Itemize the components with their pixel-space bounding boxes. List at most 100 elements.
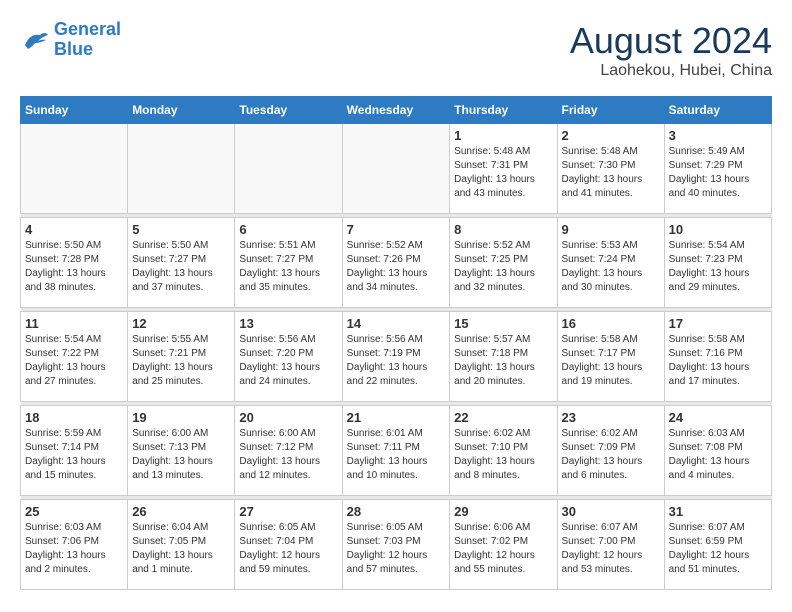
table-row: 7 Sunrise: 5:52 AM Sunset: 7:26 PM Daylig…	[342, 218, 450, 308]
table-row: 12 Sunrise: 5:55 AM Sunset: 7:21 PM Dayli…	[128, 312, 235, 402]
day-number: 31	[669, 504, 767, 519]
page-header: General Blue August 2024 Laohekou, Hubei…	[20, 20, 772, 80]
day-number: 23	[562, 410, 660, 425]
table-row: 22 Sunrise: 6:02 AM Sunset: 7:10 PM Dayli…	[450, 406, 557, 496]
day-info: Sunrise: 6:02 AM Sunset: 7:09 PM Dayligh…	[562, 427, 660, 483]
table-row	[235, 124, 342, 214]
day-info: Sunrise: 5:52 AM Sunset: 7:26 PM Dayligh…	[347, 239, 446, 295]
table-row: 15 Sunrise: 5:57 AM Sunset: 7:18 PM Dayli…	[450, 312, 557, 402]
table-row: 4 Sunrise: 5:50 AM Sunset: 7:28 PM Daylig…	[21, 218, 128, 308]
table-row: 14 Sunrise: 5:56 AM Sunset: 7:19 PM Dayli…	[342, 312, 450, 402]
table-row: 17 Sunrise: 5:58 AM Sunset: 7:16 PM Dayli…	[664, 312, 771, 402]
day-info: Sunrise: 5:54 AM Sunset: 7:22 PM Dayligh…	[25, 333, 123, 389]
day-number: 4	[25, 222, 123, 237]
day-number: 13	[239, 316, 337, 331]
header-wednesday: Wednesday	[342, 97, 450, 124]
day-number: 26	[132, 504, 230, 519]
table-row: 23 Sunrise: 6:02 AM Sunset: 7:09 PM Dayli…	[557, 406, 664, 496]
day-number: 2	[562, 128, 660, 143]
day-number: 12	[132, 316, 230, 331]
day-info: Sunrise: 5:53 AM Sunset: 7:24 PM Dayligh…	[562, 239, 660, 295]
table-row: 13Sunrise: 5:56 AM Sunset: 7:20 PM Dayli…	[235, 312, 342, 402]
table-row: 27Sunrise: 6:05 AM Sunset: 7:04 PM Dayli…	[235, 500, 342, 590]
table-row: 29 Sunrise: 6:06 AM Sunset: 7:02 PM Dayli…	[450, 500, 557, 590]
header-saturday: Saturday	[664, 97, 771, 124]
day-number: 22	[454, 410, 552, 425]
day-number: 1	[454, 128, 552, 143]
day-info: Sunrise: 6:06 AM Sunset: 7:02 PM Dayligh…	[454, 521, 552, 577]
calendar-table: Sunday Monday Tuesday Wednesday Thursday…	[20, 96, 772, 590]
day-info: Sunrise: 5:50 AM Sunset: 7:28 PM Dayligh…	[25, 239, 123, 295]
header-sunday: Sunday	[21, 97, 128, 124]
day-info: Sunrise: 6:02 AM Sunset: 7:10 PM Dayligh…	[454, 427, 552, 483]
day-info: Sunrise: 6:04 AM Sunset: 7:05 PM Dayligh…	[132, 521, 230, 577]
day-info: Sunrise: 5:56 AM Sunset: 7:19 PM Dayligh…	[347, 333, 446, 389]
calendar-subtitle: Laohekou, Hubei, China	[570, 62, 772, 80]
day-number: 24	[669, 410, 767, 425]
day-info: Sunrise: 5:58 AM Sunset: 7:16 PM Dayligh…	[669, 333, 767, 389]
day-info: Sunrise: 6:07 AM Sunset: 6:59 PM Dayligh…	[669, 521, 767, 577]
table-row: 28 Sunrise: 6:05 AM Sunset: 7:03 PM Dayli…	[342, 500, 450, 590]
day-number: 7	[347, 222, 446, 237]
day-number: 17	[669, 316, 767, 331]
calendar-week-row: 11Sunrise: 5:54 AM Sunset: 7:22 PM Dayli…	[21, 312, 772, 402]
day-number: 8	[454, 222, 552, 237]
header-thursday: Thursday	[450, 97, 557, 124]
calendar-title: August 2024	[570, 20, 772, 62]
header-monday: Monday	[128, 97, 235, 124]
table-row: 26 Sunrise: 6:04 AM Sunset: 7:05 PM Dayli…	[128, 500, 235, 590]
day-number: 6	[239, 222, 337, 237]
day-number: 9	[562, 222, 660, 237]
day-info: Sunrise: 5:54 AM Sunset: 7:23 PM Dayligh…	[669, 239, 767, 295]
day-info: Sunrise: 5:51 AM Sunset: 7:27 PM Dayligh…	[239, 239, 337, 295]
day-number: 28	[347, 504, 446, 519]
calendar-week-row: 1Sunrise: 5:48 AM Sunset: 7:31 PM Daylig…	[21, 124, 772, 214]
day-number: 27	[239, 504, 337, 519]
day-number: 10	[669, 222, 767, 237]
day-info: Sunrise: 5:49 AM Sunset: 7:29 PM Dayligh…	[669, 145, 767, 201]
day-number: 16	[562, 316, 660, 331]
day-info: Sunrise: 5:58 AM Sunset: 7:17 PM Dayligh…	[562, 333, 660, 389]
day-number: 15	[454, 316, 552, 331]
logo-icon	[20, 25, 50, 55]
table-row: 30Sunrise: 6:07 AM Sunset: 7:00 PM Dayli…	[557, 500, 664, 590]
day-number: 29	[454, 504, 552, 519]
day-info: Sunrise: 6:03 AM Sunset: 7:08 PM Dayligh…	[669, 427, 767, 483]
day-info: Sunrise: 5:57 AM Sunset: 7:18 PM Dayligh…	[454, 333, 552, 389]
weekday-header-row: Sunday Monday Tuesday Wednesday Thursday…	[21, 97, 772, 124]
table-row: 18Sunrise: 5:59 AM Sunset: 7:14 PM Dayli…	[21, 406, 128, 496]
day-number: 5	[132, 222, 230, 237]
day-number: 21	[347, 410, 446, 425]
day-number: 14	[347, 316, 446, 331]
calendar-week-row: 4 Sunrise: 5:50 AM Sunset: 7:28 PM Daylig…	[21, 218, 772, 308]
table-row: 20Sunrise: 6:00 AM Sunset: 7:12 PM Dayli…	[235, 406, 342, 496]
day-info: Sunrise: 6:03 AM Sunset: 7:06 PM Dayligh…	[25, 521, 123, 577]
table-row: 31 Sunrise: 6:07 AM Sunset: 6:59 PM Dayli…	[664, 500, 771, 590]
table-row: 25Sunrise: 6:03 AM Sunset: 7:06 PM Dayli…	[21, 500, 128, 590]
day-info: Sunrise: 6:05 AM Sunset: 7:03 PM Dayligh…	[347, 521, 446, 577]
table-row	[21, 124, 128, 214]
day-info: Sunrise: 6:00 AM Sunset: 7:12 PM Dayligh…	[239, 427, 337, 483]
header-friday: Friday	[557, 97, 664, 124]
day-info: Sunrise: 5:48 AM Sunset: 7:30 PM Dayligh…	[562, 145, 660, 201]
table-row: 10 Sunrise: 5:54 AM Sunset: 7:23 PM Dayli…	[664, 218, 771, 308]
table-row: 9 Sunrise: 5:53 AM Sunset: 7:24 PM Daylig…	[557, 218, 664, 308]
logo-text: General Blue	[54, 20, 121, 60]
table-row: 1Sunrise: 5:48 AM Sunset: 7:31 PM Daylig…	[450, 124, 557, 214]
calendar-week-row: 25Sunrise: 6:03 AM Sunset: 7:06 PM Dayli…	[21, 500, 772, 590]
day-info: Sunrise: 5:55 AM Sunset: 7:21 PM Dayligh…	[132, 333, 230, 389]
day-info: Sunrise: 5:50 AM Sunset: 7:27 PM Dayligh…	[132, 239, 230, 295]
table-row: 19Sunrise: 6:00 AM Sunset: 7:13 PM Dayli…	[128, 406, 235, 496]
table-row: 24 Sunrise: 6:03 AM Sunset: 7:08 PM Dayli…	[664, 406, 771, 496]
day-info: Sunrise: 6:07 AM Sunset: 7:00 PM Dayligh…	[562, 521, 660, 577]
day-info: Sunrise: 5:59 AM Sunset: 7:14 PM Dayligh…	[25, 427, 123, 483]
table-row: 5 Sunrise: 5:50 AM Sunset: 7:27 PM Daylig…	[128, 218, 235, 308]
table-row: 2 Sunrise: 5:48 AM Sunset: 7:30 PM Daylig…	[557, 124, 664, 214]
table-row: 16 Sunrise: 5:58 AM Sunset: 7:17 PM Dayli…	[557, 312, 664, 402]
table-row	[342, 124, 450, 214]
table-row: 21Sunrise: 6:01 AM Sunset: 7:11 PM Dayli…	[342, 406, 450, 496]
table-row: 6 Sunrise: 5:51 AM Sunset: 7:27 PM Daylig…	[235, 218, 342, 308]
header-tuesday: Tuesday	[235, 97, 342, 124]
day-info: Sunrise: 5:52 AM Sunset: 7:25 PM Dayligh…	[454, 239, 552, 295]
table-row	[128, 124, 235, 214]
